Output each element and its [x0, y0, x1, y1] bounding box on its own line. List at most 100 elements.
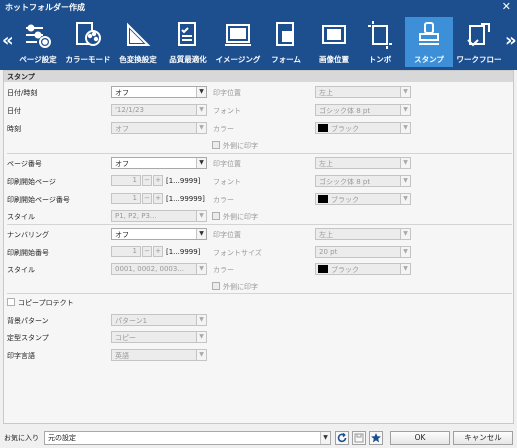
start-page-number-decrement-button[interactable]: −	[142, 193, 152, 204]
tab-form[interactable]: フォーム	[262, 17, 310, 67]
tab-label: ワークフロー	[456, 55, 502, 64]
datetime-position-value: 左上	[319, 89, 333, 97]
numbering-fontsize-label: フォントサイズ	[213, 249, 262, 257]
tab-color-mode[interactable]: カラーモード	[64, 17, 112, 67]
page-number-style-select[interactable]: P1, P2, P3... ▼	[111, 210, 207, 222]
refresh-icon	[337, 432, 347, 443]
tab-color-conversion[interactable]: 色変換設定	[114, 17, 162, 67]
color-swatch	[318, 195, 328, 203]
bg-pattern-select[interactable]: パターン1 ▼	[111, 314, 207, 326]
color-swatch	[318, 265, 328, 273]
print-language-select[interactable]: 英語 ▼	[111, 349, 207, 361]
datetime-font-select[interactable]: ゴシック体 8 pt ▼	[315, 104, 411, 116]
start-page-number-label: 印刷開始ページ番号	[7, 196, 70, 204]
fixed-stamp-select[interactable]: コピー ▼	[111, 331, 207, 343]
bg-pattern-label: 背景パターン	[7, 317, 49, 325]
window-titlebar: ホットフォルダー作成 ✕	[0, 0, 517, 14]
datetime-label: 日付/時刻	[7, 89, 38, 97]
time-label: 時刻	[7, 125, 21, 133]
date-select[interactable]: '12/1/23 ▼	[111, 104, 207, 116]
start-page-number-field[interactable]: 1	[111, 193, 141, 204]
start-page-number-increment-button[interactable]: +	[153, 193, 163, 204]
close-icon[interactable]: ✕	[502, 0, 511, 14]
tab-crop-marks[interactable]: トンボ	[356, 17, 404, 67]
datetime-color-label: カラー	[213, 125, 234, 133]
ok-button[interactable]: OK	[390, 431, 450, 445]
start-page-decrement-button[interactable]: −	[142, 175, 152, 186]
chevron-down-icon: ▼	[400, 158, 410, 168]
toolbar-prev-arrow-icon[interactable]: «	[2, 32, 14, 50]
copy-protect-checkbox[interactable]	[7, 298, 15, 306]
page-number-font-label: フォント	[213, 178, 241, 186]
toolbar-next-arrow-icon[interactable]: »	[505, 32, 517, 50]
time-select[interactable]: オフ ▼	[111, 122, 207, 134]
category-toolbar: « » ページ設定 カラーモード 色変換設定 品質最適化 イメージング フォーム…	[0, 14, 517, 70]
tab-imaging[interactable]: イメージング	[214, 17, 262, 67]
start-number-decrement-button[interactable]: −	[142, 246, 152, 257]
numbering-style-value: 0001, 0002, 0003...	[115, 265, 185, 273]
tab-workflow[interactable]: ワークフロー	[455, 17, 503, 67]
page-number-outside-checkbox[interactable]	[212, 212, 220, 220]
datetime-outside-checkbox[interactable]	[212, 141, 220, 149]
tab-stamp[interactable]: スタンプ	[405, 17, 453, 67]
datetime-select[interactable]: オフ ▼	[111, 86, 207, 98]
page-number-select-value: オフ	[115, 160, 129, 168]
start-page-increment-button[interactable]: +	[153, 175, 163, 186]
start-number-range: [1...9999]	[166, 248, 201, 256]
chevron-down-icon: ▼	[400, 176, 410, 186]
datetime-color-select[interactable]: ブラック ▼	[315, 122, 411, 134]
datetime-font-label: フォント	[213, 107, 241, 115]
save-icon	[354, 433, 364, 443]
print-language-label: 印字言語	[7, 352, 35, 360]
page-number-font-select[interactable]: ゴシック体 8 pt ▼	[315, 175, 411, 187]
start-number-field[interactable]: 1	[111, 246, 141, 257]
refresh-button[interactable]	[335, 431, 349, 445]
chevron-down-icon: ▼	[400, 123, 410, 133]
time-select-value: オフ	[115, 125, 129, 133]
chevron-down-icon: ▼	[196, 350, 206, 360]
chevron-down-icon: ▼	[196, 264, 206, 274]
page-number-position-select[interactable]: 左上 ▼	[315, 157, 411, 169]
tab-quality-optimization[interactable]: 品質最適化	[164, 17, 212, 67]
window-title: ホットフォルダー作成	[5, 3, 85, 12]
numbering-select[interactable]: オフ ▼	[111, 228, 207, 240]
datetime-position-label: 印字位置	[213, 89, 241, 97]
tab-page-settings[interactable]: ページ設定	[14, 17, 62, 67]
numbering-select-value: オフ	[115, 231, 129, 239]
numbering-style-select[interactable]: 0001, 0002, 0003... ▼	[111, 263, 207, 275]
start-number-increment-button[interactable]: +	[153, 246, 163, 257]
page-number-style-label: スタイル	[7, 213, 35, 221]
fixed-stamp-label: 定型スタンプ	[7, 334, 49, 342]
crop-marks-icon	[368, 21, 392, 49]
page-number-color-select[interactable]: ブラック ▼	[315, 193, 411, 205]
imaging-icon	[225, 24, 251, 46]
image-position-icon	[322, 25, 346, 44]
numbering-style-label: スタイル	[7, 266, 35, 274]
chevron-down-icon: ▼	[400, 264, 410, 274]
chevron-down-icon: ▼	[196, 123, 206, 133]
datetime-position-select[interactable]: 左上 ▼	[315, 86, 411, 98]
favorite-star-button[interactable]	[369, 431, 383, 445]
color-swatch	[318, 124, 328, 132]
favorites-select[interactable]: 元の設定 ▼	[44, 431, 331, 445]
save-favorite-button[interactable]	[352, 431, 366, 445]
color-conversion-icon	[127, 22, 151, 46]
start-page-range: [1...9999]	[166, 177, 201, 185]
start-page-field[interactable]: 1	[111, 175, 141, 186]
numbering-outside-checkbox[interactable]	[212, 282, 220, 290]
chevron-down-icon: ▼	[196, 332, 206, 342]
numbering-fontsize-select[interactable]: 20 pt ▼	[315, 246, 411, 258]
numbering-position-select[interactable]: 左上 ▼	[315, 228, 411, 240]
divider	[7, 293, 512, 294]
datetime-outside-label: 外側に印字	[223, 142, 258, 150]
page-settings-icon	[26, 24, 51, 48]
date-select-value: '12/1/23	[115, 106, 144, 114]
star-icon	[371, 433, 381, 443]
cancel-button[interactable]: キャンセル	[453, 431, 513, 445]
fixed-stamp-value: コピー	[115, 334, 136, 342]
page-number-select[interactable]: オフ ▼	[111, 157, 207, 169]
numbering-color-select[interactable]: ブラック ▼	[315, 263, 411, 275]
start-number-label: 印刷開始番号	[7, 249, 49, 257]
page-number-style-value: P1, P2, P3...	[115, 212, 157, 220]
numbering-label: ナンバリング	[7, 231, 49, 239]
